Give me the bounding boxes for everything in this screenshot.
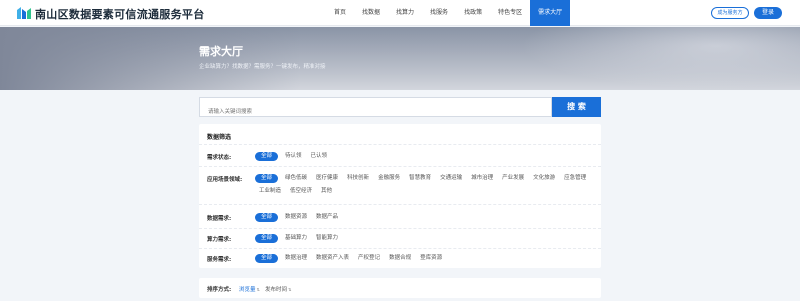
- filter-tag[interactable]: 智慧教育: [405, 174, 435, 183]
- filter-tag[interactable]: 绿色低碳: [281, 174, 311, 183]
- site-title[interactable]: 南山区数据要素可信流通服务平台: [35, 6, 205, 22]
- filter-tag[interactable]: 科技创新: [343, 174, 373, 183]
- nav-item-find-data[interactable]: 找数据: [354, 0, 388, 26]
- nav-item-find-service[interactable]: 找服务: [422, 0, 456, 26]
- filter-tag[interactable]: 文化旅游: [529, 174, 559, 183]
- hero-banner: 需求大厅 企业缺算力？找数据？需服务？一键发布，精准对接: [0, 27, 800, 90]
- platform-logo-icon: [17, 7, 31, 19]
- filter-tag[interactable]: 智能算力: [312, 234, 342, 243]
- filter-tag[interactable]: 全部: [255, 174, 279, 183]
- sort-label: 排序方式:: [207, 287, 232, 293]
- filter-tags-status: 全部 待认领 已认领: [255, 152, 595, 165]
- filter-row-status: 需求状态: 全部 待认领 已认领: [199, 144, 601, 166]
- filter-tag[interactable]: 已认领: [307, 152, 332, 161]
- filter-tag[interactable]: 全部: [255, 152, 279, 161]
- filter-label-compute: 算力需求:: [207, 237, 232, 243]
- filter-tag[interactable]: 应急管理: [560, 174, 590, 183]
- sort-option-views[interactable]: 浏览量⇅: [239, 285, 260, 293]
- sort-bar: 排序方式: 浏览量⇅ 发布时间⇅: [199, 278, 601, 298]
- search-button[interactable]: 搜 索: [552, 97, 601, 117]
- filter-tag[interactable]: 数据资源: [281, 213, 311, 222]
- sort-arrows-icon: ⇅: [288, 287, 292, 292]
- filter-label-service: 服务需求:: [207, 257, 232, 263]
- filter-tag[interactable]: 全部: [255, 213, 279, 222]
- filter-label-status: 需求状态:: [207, 155, 232, 161]
- sort-arrows-icon: ⇅: [256, 287, 260, 292]
- filter-tag[interactable]: 数据合规: [385, 254, 415, 263]
- nav-item-special-zone[interactable]: 特色专区: [490, 0, 530, 26]
- hero-background: [0, 27, 300, 90]
- filter-tag[interactable]: 全部: [255, 254, 279, 263]
- filter-tag[interactable]: 数据产品: [312, 213, 342, 222]
- nav-item-find-compute[interactable]: 找算力: [388, 0, 422, 26]
- filter-tags-compute: 全部 基础算力 智能算力: [255, 234, 595, 247]
- filter-tag[interactable]: 城市治理: [467, 174, 497, 183]
- sort-option-label: 发布时间: [265, 287, 288, 293]
- filter-tag[interactable]: 数据治理: [281, 254, 311, 263]
- login-button[interactable]: 登录: [754, 7, 782, 19]
- top-header: 南山区数据要素可信流通服务平台 首页 找数据 找算力 找服务 找政策 特色专区 …: [0, 0, 800, 26]
- filter-tag[interactable]: 工业制造: [255, 187, 285, 196]
- main-nav: 首页 找数据 找算力 找服务 找政策 特色专区 需求大厅: [326, 0, 571, 26]
- filter-tags-scenario: 全部 绿色低碳 医疗健康 科技创新 金融服务 智慧教育 交通运输 城市治理 产业…: [255, 174, 595, 200]
- filter-label-scenario: 应用场景领域:: [207, 177, 243, 183]
- page-subtitle: 企业缺算力？找数据？需服务？一键发布，精准对接: [199, 64, 326, 70]
- filter-tag[interactable]: 登库资源: [416, 254, 446, 263]
- filter-tag[interactable]: 数据资产入表: [312, 254, 353, 263]
- become-provider-button[interactable]: 成为服务方: [711, 7, 749, 19]
- sort-option-publish-time[interactable]: 发布时间⇅: [265, 285, 291, 293]
- sort-option-label: 浏览量: [239, 287, 256, 293]
- search-input[interactable]: [200, 103, 551, 121]
- filter-row-compute: 算力需求: 全部 基础算力 智能算力: [199, 228, 601, 248]
- filter-panel-title: 数据筛选: [207, 134, 232, 141]
- filter-tag[interactable]: 交通运输: [436, 174, 466, 183]
- filter-tags-service: 全部 数据治理 数据资产入表 产权登记 数据合规 登库资源: [255, 254, 595, 267]
- filter-tag[interactable]: 低空经济: [286, 187, 316, 196]
- filter-tag[interactable]: 产业发展: [498, 174, 528, 183]
- filter-label-data: 数据需求:: [207, 216, 232, 222]
- filter-tag[interactable]: 金融服务: [374, 174, 404, 183]
- filter-row-data: 数据需求: 全部 数据资源 数据产品: [199, 204, 601, 228]
- filter-tag[interactable]: 医疗健康: [312, 174, 342, 183]
- filter-tags-data: 全部 数据资源 数据产品: [255, 213, 595, 226]
- filter-tag[interactable]: 其他: [317, 187, 336, 196]
- filter-tag[interactable]: 待认领: [281, 152, 306, 161]
- search-box: [199, 97, 552, 121]
- nav-item-demand-hall[interactable]: 需求大厅: [530, 0, 571, 26]
- filter-tag[interactable]: 基础算力: [281, 234, 311, 243]
- filter-row-service: 服务需求: 全部 数据治理 数据资产入表 产权登记 数据合规 登库资源: [199, 248, 601, 268]
- nav-item-find-policy[interactable]: 找政策: [456, 0, 490, 26]
- filter-row-scenario: 应用场景领域: 全部 绿色低碳 医疗健康 科技创新 金融服务 智慧教育 交通运输…: [199, 166, 601, 204]
- hero-cloud-decoration: [520, 27, 800, 90]
- page-title: 需求大厅: [199, 45, 243, 58]
- filter-panel: 数据筛选 需求状态: 全部 待认领 已认领 应用场景领域: 全部 绿色低碳 医疗…: [199, 124, 601, 268]
- filter-tag[interactable]: 产权登记: [354, 254, 384, 263]
- nav-item-home[interactable]: 首页: [326, 0, 354, 26]
- filter-tag[interactable]: 全部: [255, 234, 279, 243]
